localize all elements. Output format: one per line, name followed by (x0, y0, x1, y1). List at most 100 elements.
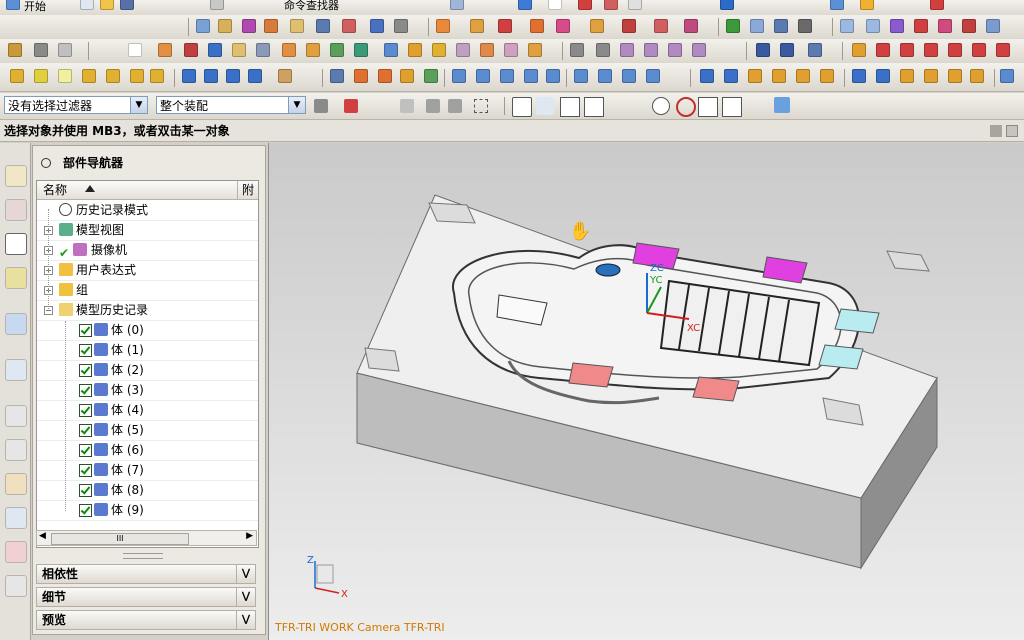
swept-icon[interactable] (644, 43, 658, 57)
sketch-icon[interactable] (8, 43, 22, 57)
visibility-checkbox[interactable] (79, 424, 92, 437)
dim-horizontal-icon[interactable] (948, 69, 962, 83)
close-icon[interactable] (1006, 125, 1018, 137)
point-on-curve-icon[interactable] (722, 97, 742, 117)
dim-angle-icon[interactable] (876, 69, 890, 83)
chamfer-icon[interactable] (432, 43, 446, 57)
dim-radius-icon[interactable] (900, 69, 914, 83)
grid-view-icon[interactable] (598, 69, 612, 83)
prev-icon[interactable] (204, 69, 218, 83)
standard-part-icon[interactable] (590, 19, 604, 33)
sort-ascending-icon[interactable] (85, 185, 95, 192)
chevron-down-icon[interactable]: ▼ (288, 97, 305, 113)
tree-row-body[interactable]: 体 (8) (37, 480, 258, 501)
n-sided-icon[interactable] (692, 43, 706, 57)
invert-icon[interactable] (130, 69, 144, 83)
fillet-icon[interactable] (996, 43, 1010, 57)
start-menu-label[interactable]: 开始 (24, 0, 46, 13)
link-icon[interactable] (394, 19, 408, 33)
section-preview[interactable]: 预览 ⋁ (36, 610, 256, 630)
snap-line-icon[interactable] (700, 69, 714, 83)
snap-point-icon[interactable] (512, 97, 532, 117)
visibility-checkbox[interactable] (79, 324, 92, 337)
center-point-icon[interactable] (652, 97, 670, 115)
visibility-checkbox[interactable] (79, 404, 92, 417)
role-icon[interactable] (5, 473, 27, 495)
insert-icon[interactable] (684, 19, 698, 33)
tree-row-body[interactable]: 体 (9) (37, 500, 258, 521)
grid-icon[interactable] (774, 19, 788, 33)
slider-icon[interactable] (654, 19, 668, 33)
snap-end-icon[interactable] (724, 69, 738, 83)
intersect-icon[interactable] (330, 43, 344, 57)
coordinate-icon[interactable] (378, 69, 392, 83)
subtract-icon[interactable] (306, 43, 320, 57)
scroll-left-icon[interactable]: ◀ (39, 531, 46, 541)
dim-vertical-icon[interactable] (924, 69, 938, 83)
annotation-icon[interactable] (938, 19, 952, 33)
view-icon[interactable] (866, 19, 880, 33)
mirror-icon[interactable] (290, 19, 304, 33)
point-on-face-icon[interactable] (746, 97, 764, 115)
open-icon[interactable] (100, 0, 114, 10)
first-icon[interactable] (182, 69, 196, 83)
unite-icon[interactable] (282, 43, 296, 57)
revolve-icon[interactable] (184, 43, 198, 57)
wcs-icon[interactable] (798, 19, 812, 33)
measure-distance-icon[interactable] (852, 43, 866, 57)
wireframe-icon[interactable] (604, 0, 618, 10)
undo-icon[interactable] (210, 0, 224, 10)
chevron-down-icon[interactable]: ⋁ (236, 611, 255, 629)
draft-icon[interactable] (480, 43, 494, 57)
dim-line-icon[interactable] (852, 69, 866, 83)
tree-row-body[interactable]: 体 (7) (37, 460, 258, 481)
box-icon[interactable] (128, 43, 142, 57)
select-feature-icon[interactable] (344, 99, 358, 113)
bulb-on-icon[interactable] (34, 69, 48, 83)
tree-row-user-expressions[interactable]: + 用户表达式 (37, 260, 258, 281)
angle-icon[interactable] (876, 43, 890, 57)
pin-icon[interactable] (41, 158, 51, 168)
tangent-icon[interactable] (630, 97, 648, 115)
faces-icon[interactable] (476, 69, 490, 83)
cavity-layout-icon[interactable] (498, 19, 512, 33)
ejector-icon[interactable] (622, 19, 636, 33)
edit-icon[interactable] (808, 43, 822, 57)
internet-icon[interactable] (5, 313, 27, 335)
split-icon[interactable] (546, 69, 560, 83)
curve-icon[interactable] (570, 43, 584, 57)
table-icon[interactable] (58, 43, 72, 57)
hole-icon[interactable] (208, 43, 222, 57)
snap-all-icon[interactable] (536, 97, 554, 115)
section-details[interactable]: 细节 ⋁ (36, 587, 256, 607)
arc-icon[interactable] (948, 43, 962, 57)
cut-icon[interactable] (500, 69, 514, 83)
tree-row-model-views[interactable]: + 模型视图 (37, 220, 258, 241)
chevron-down-icon[interactable]: ▼ (130, 97, 147, 113)
column-name[interactable]: 名称 (43, 181, 67, 199)
view-cube-icon[interactable] (774, 97, 790, 113)
tree-row-model-history[interactable]: − 模型历史记录 (37, 300, 258, 321)
line-icon[interactable] (924, 43, 938, 57)
arrow-icon[interactable] (720, 0, 734, 10)
start-icon[interactable] (6, 0, 20, 10)
palette-icon[interactable] (424, 69, 438, 83)
render-icon[interactable] (548, 0, 562, 10)
quadrant-icon[interactable] (676, 97, 696, 117)
dim-diameter-icon[interactable] (970, 69, 984, 83)
command-finder[interactable]: 命令查找器 (284, 0, 339, 13)
manufacturing-wizard-icon[interactable] (5, 575, 27, 597)
help-icon[interactable] (5, 359, 27, 381)
scroll-right-icon[interactable]: ▶ (246, 531, 253, 541)
new-icon[interactable] (80, 0, 94, 10)
tools-icon[interactable] (930, 0, 944, 10)
visibility-checkbox[interactable] (79, 344, 92, 357)
tree-row-groups[interactable]: + 组 (37, 280, 258, 301)
detail-icon[interactable] (914, 19, 928, 33)
tree-row-body[interactable]: 体 (1) (37, 340, 258, 361)
offset-icon[interactable] (384, 43, 398, 57)
horizontal-scrollbar[interactable]: ◀ III ▶ (36, 530, 257, 546)
blend-icon[interactable] (408, 43, 422, 57)
parting-icon[interactable] (530, 19, 544, 33)
bulb-icon[interactable] (10, 69, 24, 83)
